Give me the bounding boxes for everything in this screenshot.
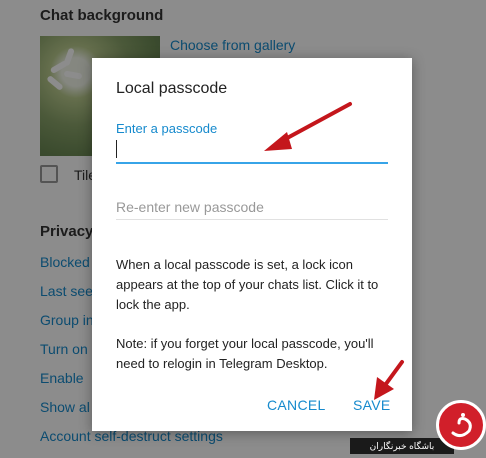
enter-passcode-label: Enter a passcode (116, 121, 218, 136)
reenter-passcode-input[interactable] (116, 195, 388, 220)
passcode-input[interactable] (116, 140, 388, 164)
dialog-title: Local passcode (116, 80, 228, 97)
watermark: باشگاه خبرنگاران (350, 398, 486, 458)
local-passcode-dialog: Local passcode Enter a passcode When a l… (92, 58, 412, 431)
passcode-description: When a local passcode is set, a lock ico… (116, 257, 379, 312)
watermark-logo-icon (436, 400, 486, 450)
text-caret (116, 140, 117, 158)
cancel-button[interactable]: CANCEL (267, 397, 326, 413)
passcode-note: Note: if you forget your local passcode,… (116, 336, 374, 371)
